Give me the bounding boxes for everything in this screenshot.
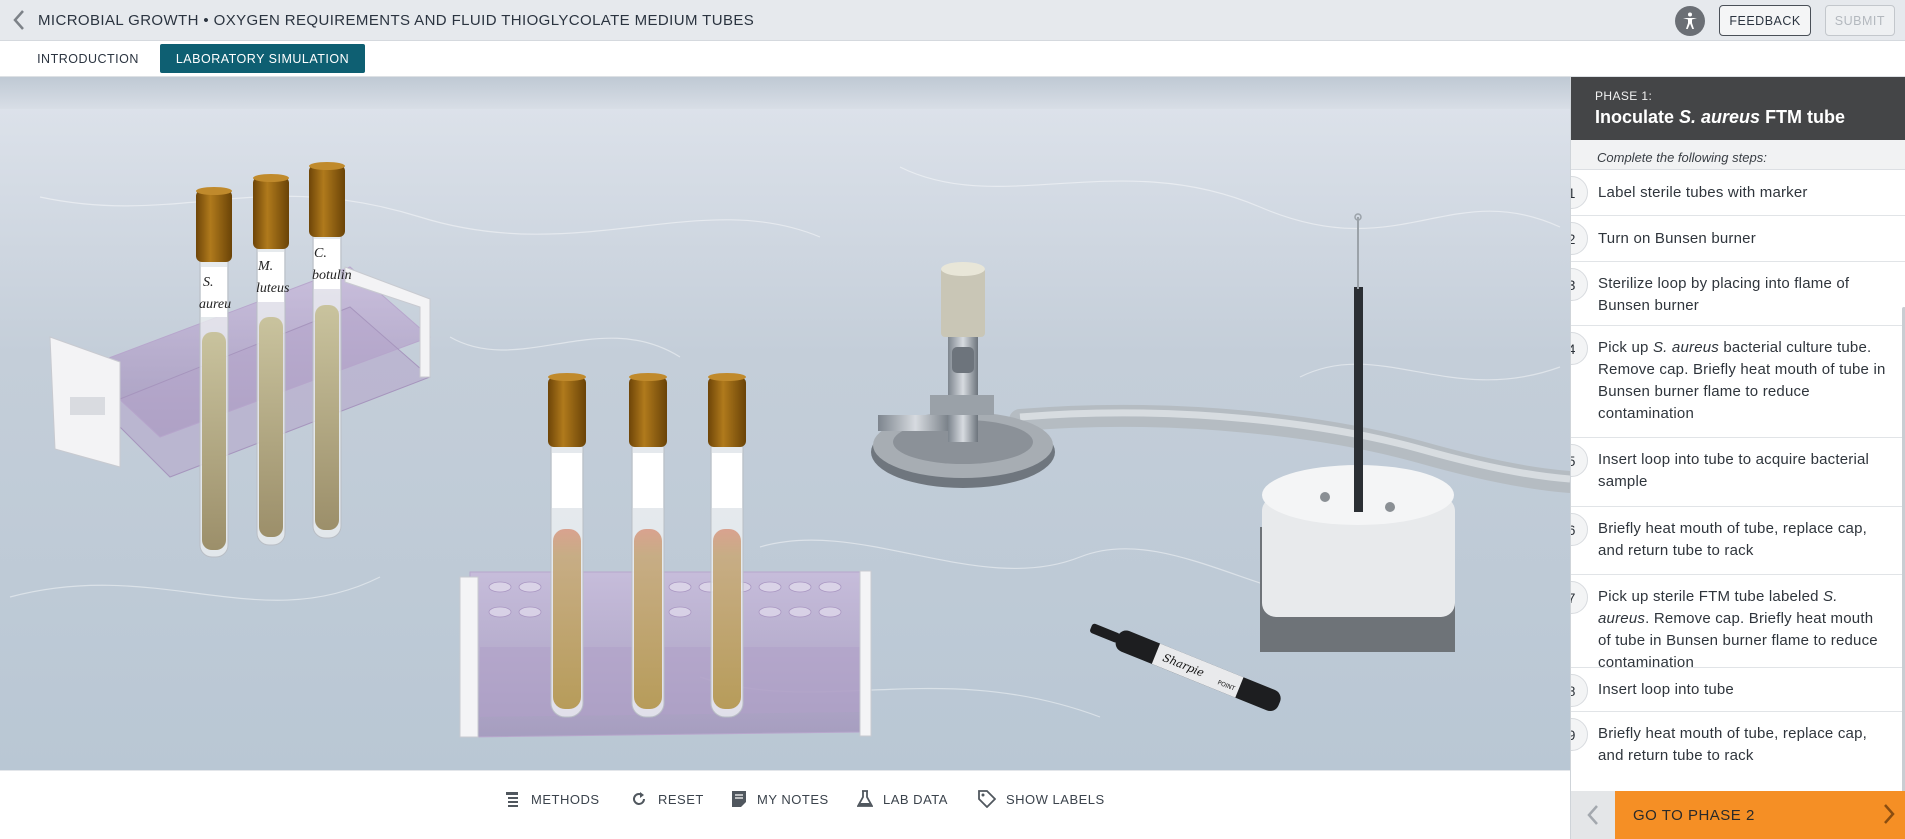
step-text: Briefly heat mouth of tube, replace cap,… — [1598, 520, 1867, 559]
reset-label: RESET — [658, 791, 704, 807]
bottom-toolbar: METHODS RESET MY NOTES LAB DATA SHOW LAB… — [0, 770, 1570, 839]
list-icon — [506, 792, 518, 807]
step-item[interactable]: 7 Pick up sterile FTM tube labeled S. au… — [1571, 575, 1905, 671]
tube-label-line2: botulin — [312, 268, 352, 283]
phase-title-organism: S. aureus — [1679, 107, 1761, 127]
phase-label: PHASE 1: — [1595, 89, 1653, 103]
step-text-pre: Pick up — [1598, 339, 1653, 356]
phase-header: PHASE 1: Inoculate S. aureus FTM tube — [1571, 77, 1905, 140]
show-labels-label: SHOW LABELS — [1006, 791, 1105, 807]
lab-scene: S. aureu M. luteus C. botulin Sharpie PO… — [0, 77, 1570, 770]
step-item[interactable]: 1 Label sterile tubes with marker — [1571, 170, 1905, 216]
step-number: 3 — [1571, 268, 1588, 301]
step-number: 8 — [1571, 674, 1588, 707]
my-notes-button[interactable]: MY NOTES — [731, 785, 829, 813]
accessibility-button[interactable] — [1675, 5, 1706, 36]
tab-laboratory-simulation[interactable]: LABORATORY SIMULATION — [160, 44, 365, 73]
back-tube-2[interactable]: M. luteus — [253, 174, 290, 546]
flask-icon — [857, 790, 873, 807]
lab-data-label: LAB DATA — [883, 791, 948, 807]
step-item[interactable]: 8 Insert loop into tube — [1571, 668, 1905, 712]
step-text-organism: S. aureus — [1652, 339, 1719, 356]
step-number: 4 — [1571, 332, 1588, 365]
feedback-button[interactable]: FEEDBACK — [1719, 5, 1811, 36]
phase-title: Inoculate S. aureus FTM tube — [1595, 107, 1905, 128]
step-item[interactable]: 2 Turn on Bunsen burner — [1571, 216, 1905, 262]
back-tube-1[interactable]: S. aureu — [196, 187, 232, 558]
top-bar: MICROBIAL GROWTH • OXYGEN REQUIREMENTS A… — [0, 0, 1905, 41]
phase-title-post: FTM tube — [1760, 107, 1846, 127]
step-number: 1 — [1571, 176, 1588, 209]
app-title: MICROBIAL GROWTH • OXYGEN REQUIREMENTS A… — [38, 11, 755, 29]
notes-icon — [732, 791, 746, 807]
lab-data-button[interactable]: LAB DATA — [857, 785, 948, 813]
step-item[interactable]: 4 Pick up S. aureus bacterial culture tu… — [1571, 326, 1905, 438]
step-number: 2 — [1571, 222, 1588, 255]
step-text: Label sterile tubes with marker — [1598, 184, 1808, 201]
front-tube-1[interactable] — [548, 373, 586, 718]
step-item[interactable]: 9 Briefly heat mouth of tube, replace ca… — [1571, 712, 1905, 791]
show-labels-button[interactable]: SHOW LABELS — [978, 785, 1105, 813]
tab-introduction[interactable]: INTRODUCTION — [30, 44, 146, 73]
tube-label-line1: C. — [314, 246, 327, 261]
previous-phase-button[interactable] — [1571, 791, 1615, 839]
steps-list: 1 Label sterile tubes with marker 2 Turn… — [1571, 170, 1905, 791]
submit-button[interactable]: SUBMIT — [1824, 5, 1895, 36]
tag-icon — [978, 790, 996, 808]
step-text: Pick up S. aureus bacterial culture tube… — [1598, 337, 1890, 425]
go-to-phase-2-button[interactable]: GO TO PHASE 2 — [1615, 791, 1905, 839]
chevron-left-icon — [1587, 805, 1598, 825]
accessibility-icon — [1683, 12, 1698, 29]
step-number: 6 — [1571, 513, 1588, 546]
step-number: 9 — [1571, 718, 1588, 751]
chevron-right-icon — [1884, 804, 1895, 824]
front-tube-3[interactable] — [708, 373, 746, 718]
tube-label-line1: M. — [257, 259, 273, 274]
step-text: Briefly heat mouth of tube, replace cap,… — [1598, 725, 1867, 764]
tube-label-line2: aureu — [199, 297, 231, 312]
step-item[interactable]: 3 Sterilize loop by placing into flame o… — [1571, 262, 1905, 326]
back-button[interactable] — [4, 0, 34, 41]
go-to-phase-2-label: GO TO PHASE 2 — [1633, 806, 1755, 824]
tab-bar: INTRODUCTION LABORATORY SIMULATION — [0, 41, 1905, 77]
reset-button[interactable]: RESET — [630, 785, 704, 813]
front-tube-2[interactable] — [629, 373, 667, 718]
step-text: Sterilize loop by placing into flame of … — [1598, 275, 1850, 314]
step-number: 7 — [1571, 581, 1588, 614]
reset-icon — [633, 792, 645, 805]
step-number: 5 — [1571, 444, 1588, 477]
methods-label: METHODS — [531, 791, 600, 807]
instructions-panel: PHASE 1: Inoculate S. aureus FTM tube Co… — [1570, 77, 1905, 839]
step-item[interactable]: 6 Briefly heat mouth of tube, replace ca… — [1571, 507, 1905, 575]
instructions-text: Complete the following steps: — [1571, 140, 1905, 170]
panel-footer: GO TO PHASE 2 — [1571, 791, 1905, 839]
lab-scene-canvas: S. aureu M. luteus C. botulin Sharpie PO… — [0, 77, 1570, 770]
step-text-pre: Pick up sterile FTM tube labeled — [1598, 588, 1824, 605]
methods-button[interactable]: METHODS — [503, 785, 600, 813]
step-text: Insert loop into tube — [1598, 681, 1734, 698]
step-text: Turn on Bunsen burner — [1598, 230, 1756, 247]
chevron-left-icon — [13, 10, 24, 30]
my-notes-label: MY NOTES — [757, 791, 829, 807]
tube-label-line2: luteus — [256, 281, 290, 296]
step-text: Insert loop into tube to acquire bacteri… — [1598, 451, 1870, 490]
phase-title-pre: Inoculate — [1595, 107, 1680, 127]
front-test-tube-rack — [459, 570, 872, 738]
tube-label-line1: S. — [203, 275, 214, 290]
step-item[interactable]: 5 Insert loop into tube to acquire bacte… — [1571, 438, 1905, 507]
step-text: Pick up sterile FTM tube labeled S. aure… — [1598, 586, 1890, 674]
